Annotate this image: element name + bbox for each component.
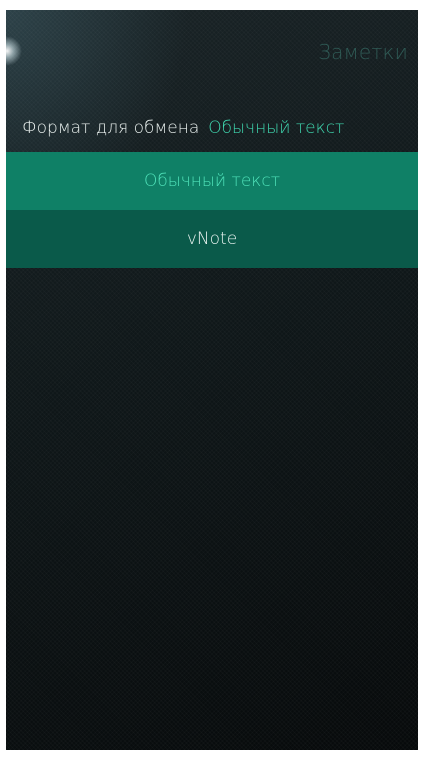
page-title: Заметки [318,40,408,64]
menu-item-vnote[interactable]: vNote [6,210,418,268]
format-menu: Обычный текст vNote [6,152,418,268]
menu-item-plain-text[interactable]: Обычный текст [6,152,418,210]
combo-label: Формат для обмена [22,118,200,138]
app-screen: Заметки Формат для обмена Обычный текст … [6,10,418,750]
pulley-menu-indicator-icon[interactable] [6,36,22,66]
combo-current-value: Обычный текст [208,118,345,138]
share-format-combobox[interactable]: Формат для обмена Обычный текст [22,110,408,146]
